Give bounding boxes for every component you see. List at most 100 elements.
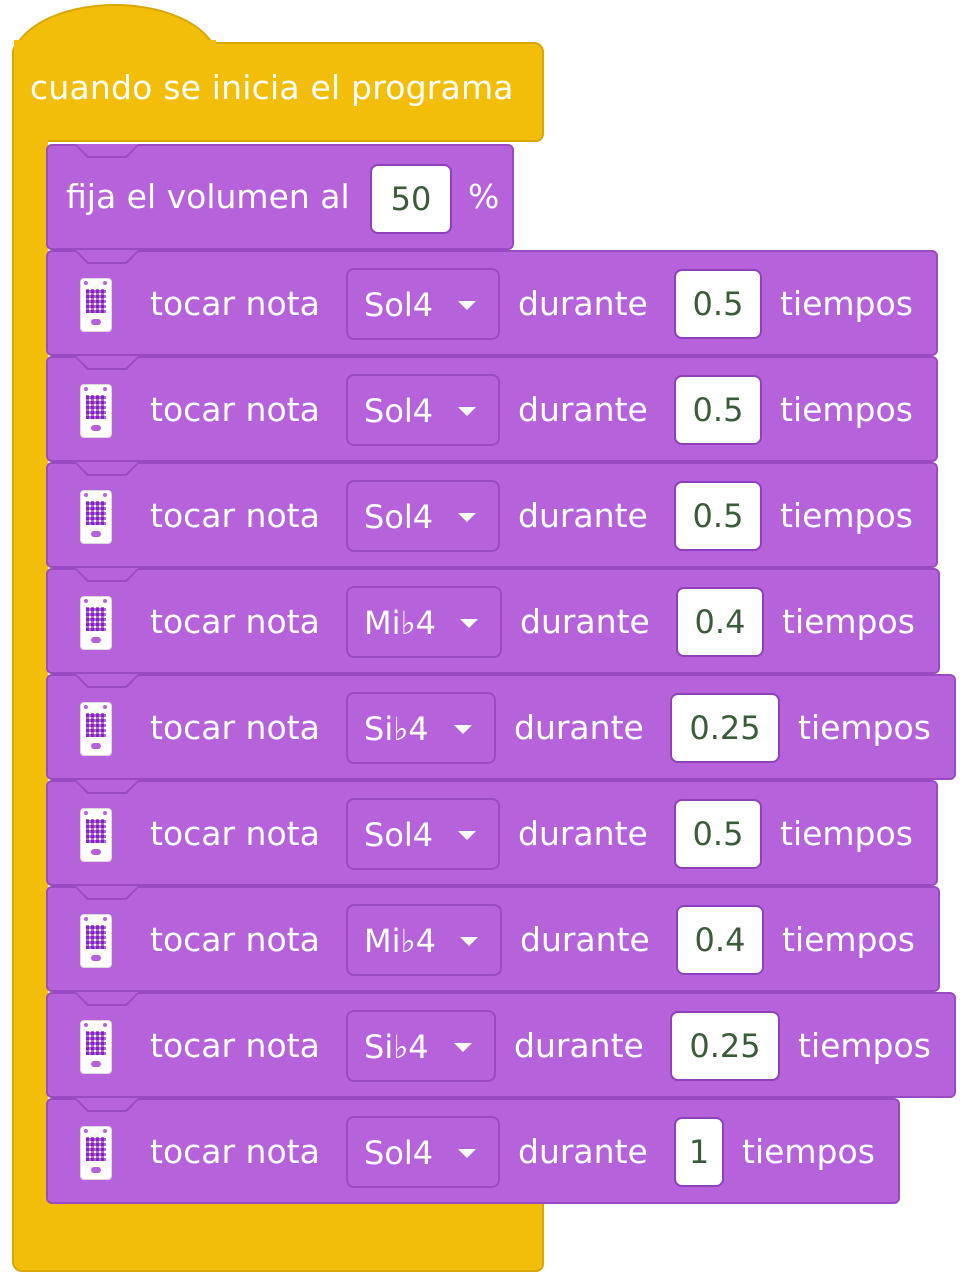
play-note-label: tocar nota bbox=[150, 814, 320, 853]
caret-down-icon bbox=[458, 301, 476, 310]
note-dropdown-value: Mi♭4 bbox=[364, 922, 436, 960]
microbit-led-grid bbox=[86, 925, 106, 949]
beats-unit-label: tiempos bbox=[780, 814, 913, 853]
note-dropdown[interactable]: Sol4 bbox=[346, 1116, 500, 1188]
volume-unit-label: % bbox=[468, 177, 500, 216]
microbit-led-dot bbox=[84, 1023, 88, 1027]
note-dropdown[interactable]: Si♭4 bbox=[346, 1010, 496, 1082]
microbit-led-dot bbox=[103, 493, 107, 497]
play-note-block[interactable]: tocar nota Sol4 durante 0.5 tiempos bbox=[46, 780, 938, 886]
microbit-led-dot bbox=[103, 387, 107, 391]
beats-input[interactable]: 1 bbox=[674, 1117, 724, 1187]
beats-unit-label: tiempos bbox=[780, 284, 913, 323]
microbit-icon bbox=[80, 384, 112, 438]
during-label: durante bbox=[520, 920, 650, 959]
play-note-label: tocar nota bbox=[150, 920, 320, 959]
note-dropdown-value: Mi♭4 bbox=[364, 604, 436, 642]
microbit-led-grid bbox=[86, 501, 106, 525]
microbit-led-dot bbox=[103, 811, 107, 815]
beats-input[interactable]: 0.25 bbox=[670, 1011, 780, 1081]
microbit-icon bbox=[80, 1020, 112, 1074]
event-block-footer bbox=[12, 1200, 544, 1272]
play-note-label: tocar nota bbox=[150, 284, 320, 323]
beats-input[interactable]: 0.5 bbox=[674, 375, 762, 445]
play-note-block[interactable]: tocar nota Mi♭4 durante 0.4 tiempos bbox=[46, 886, 940, 992]
microbit-connector bbox=[91, 425, 101, 431]
play-note-block[interactable]: tocar nota Si♭4 durante 0.25 tiempos bbox=[46, 674, 956, 780]
microbit-led-dot bbox=[103, 1129, 107, 1133]
microbit-led-dot bbox=[84, 917, 88, 921]
note-dropdown[interactable]: Mi♭4 bbox=[346, 904, 502, 976]
microbit-led-dot bbox=[84, 493, 88, 497]
microbit-connector bbox=[91, 743, 101, 749]
beats-input[interactable]: 0.5 bbox=[674, 799, 762, 869]
microbit-led-grid bbox=[86, 607, 106, 631]
play-note-block[interactable]: tocar nota Sol4 durante 0.5 tiempos bbox=[46, 356, 938, 462]
during-label: durante bbox=[518, 390, 648, 429]
note-dropdown[interactable]: Sol4 bbox=[346, 268, 500, 340]
beats-unit-label: tiempos bbox=[798, 708, 931, 747]
microbit-icon bbox=[80, 1126, 112, 1180]
microbit-led-grid bbox=[86, 819, 106, 843]
beats-input[interactable]: 0.5 bbox=[674, 481, 762, 551]
play-note-block[interactable]: tocar nota Si♭4 durante 0.25 tiempos bbox=[46, 992, 956, 1098]
note-dropdown[interactable]: Sol4 bbox=[346, 798, 500, 870]
microbit-led-grid bbox=[86, 395, 106, 419]
during-label: durante bbox=[514, 1026, 644, 1065]
note-dropdown-value: Sol4 bbox=[364, 392, 434, 430]
play-note-block[interactable]: tocar nota Sol4 durante 0.5 tiempos bbox=[46, 462, 938, 568]
note-dropdown[interactable]: Sol4 bbox=[346, 374, 500, 446]
play-note-block[interactable]: tocar nota Sol4 durante 1 tiempos bbox=[46, 1098, 900, 1204]
microbit-led-dot bbox=[84, 387, 88, 391]
microbit-led-dot bbox=[84, 705, 88, 709]
beats-unit-label: tiempos bbox=[742, 1132, 875, 1171]
play-note-block[interactable]: tocar nota Mi♭4 durante 0.4 tiempos bbox=[46, 568, 940, 674]
microbit-led-dot bbox=[84, 599, 88, 603]
microbit-icon bbox=[80, 702, 112, 756]
beats-unit-label: tiempos bbox=[780, 390, 913, 429]
event-block-label: cuando se inicia el programa bbox=[30, 68, 514, 107]
note-dropdown[interactable]: Sol4 bbox=[346, 480, 500, 552]
microbit-led-dot bbox=[103, 1023, 107, 1027]
note-dropdown[interactable]: Mi♭4 bbox=[346, 586, 502, 658]
set-volume-block[interactable]: fija el volumen al 50 % bbox=[46, 144, 514, 250]
caret-down-icon bbox=[458, 513, 476, 522]
microbit-led-dot bbox=[103, 917, 107, 921]
beats-input[interactable]: 0.25 bbox=[670, 693, 780, 763]
hat-dome-joint bbox=[14, 40, 216, 60]
microbit-icon bbox=[80, 490, 112, 544]
during-label: durante bbox=[518, 496, 648, 535]
microbit-connector bbox=[91, 1167, 101, 1173]
volume-input[interactable]: 50 bbox=[370, 164, 452, 234]
microbit-led-grid bbox=[86, 289, 106, 313]
note-dropdown-value: Si♭4 bbox=[364, 1028, 429, 1066]
microbit-led-dot bbox=[103, 705, 107, 709]
during-label: durante bbox=[520, 602, 650, 641]
beats-unit-label: tiempos bbox=[798, 1026, 931, 1065]
during-label: durante bbox=[518, 1132, 648, 1171]
caret-down-icon bbox=[458, 1149, 476, 1158]
microbit-connector bbox=[91, 531, 101, 537]
caret-down-icon bbox=[460, 619, 478, 628]
microbit-led-dot bbox=[103, 599, 107, 603]
caret-down-icon bbox=[454, 725, 472, 734]
note-dropdown-value: Si♭4 bbox=[364, 710, 429, 748]
note-dropdown-value: Sol4 bbox=[364, 498, 434, 536]
play-note-block[interactable]: tocar nota Sol4 durante 0.5 tiempos bbox=[46, 250, 938, 356]
event-block-arm bbox=[12, 130, 48, 1210]
microbit-led-dot bbox=[84, 1129, 88, 1133]
microbit-led-dot bbox=[84, 281, 88, 285]
microbit-led-grid bbox=[86, 713, 106, 737]
beats-input[interactable]: 0.4 bbox=[676, 587, 764, 657]
note-dropdown[interactable]: Si♭4 bbox=[346, 692, 496, 764]
microbit-connector bbox=[91, 955, 101, 961]
beats-input[interactable]: 0.4 bbox=[676, 905, 764, 975]
microbit-led-grid bbox=[86, 1137, 106, 1161]
play-note-label: tocar nota bbox=[150, 1026, 320, 1065]
play-note-label: tocar nota bbox=[150, 496, 320, 535]
microbit-icon bbox=[80, 596, 112, 650]
microbit-led-dot bbox=[103, 281, 107, 285]
caret-down-icon bbox=[454, 1043, 472, 1052]
beats-input[interactable]: 0.5 bbox=[674, 269, 762, 339]
microbit-icon bbox=[80, 914, 112, 968]
